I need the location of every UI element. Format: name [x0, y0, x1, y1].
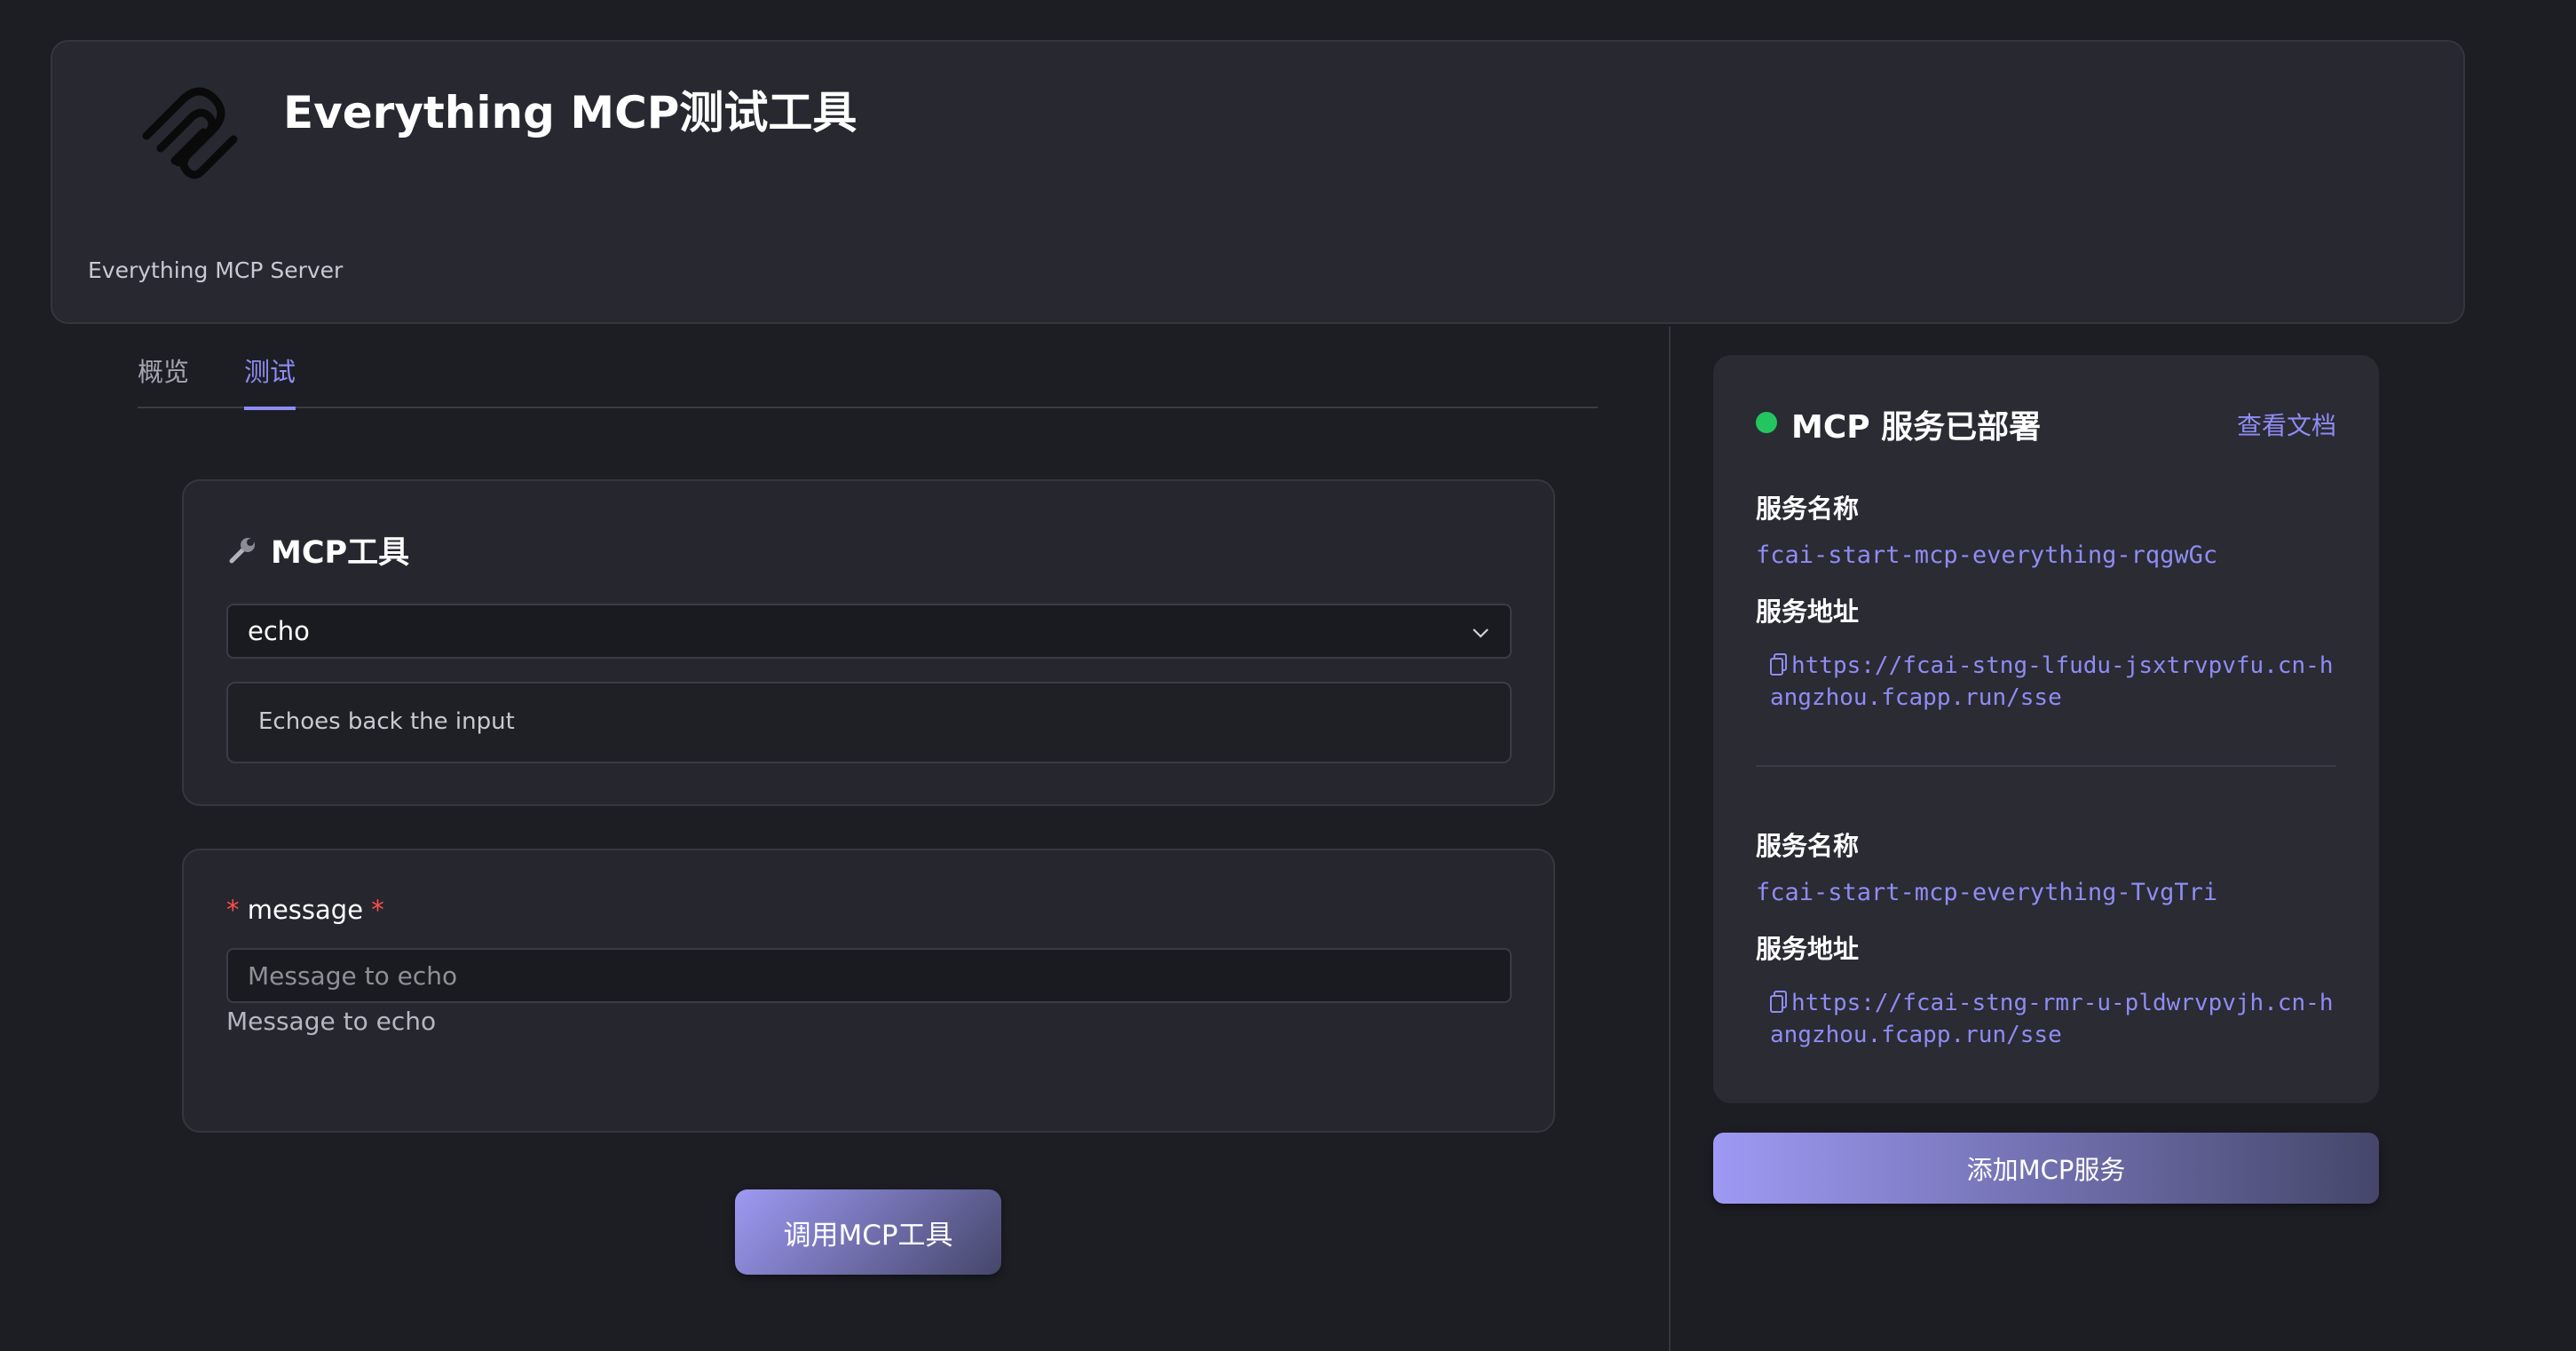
- params-panel: * message * Message to echo: [182, 849, 1555, 1133]
- service-name: fcai-start-mcp-everything-rqgwGc: [1756, 541, 2218, 569]
- status-text: MCP 服务已部署: [1791, 409, 2042, 446]
- tab-test[interactable]: 测试: [244, 352, 296, 410]
- view-docs-link[interactable]: 查看文档: [2237, 407, 2336, 442]
- service-name-label: 服务名称: [1756, 494, 1860, 524]
- tool-panel-title: MCP工具: [226, 527, 409, 573]
- required-mark-suffix: *: [371, 895, 384, 925]
- server-label: Everything MCP Server: [88, 257, 344, 283]
- mcp-logo-icon: [142, 87, 238, 179]
- tool-select[interactable]: echo: [226, 604, 1512, 659]
- tool-panel-title-text: MCP工具: [271, 535, 410, 571]
- status-dot: [1756, 412, 1777, 433]
- service-divider: [1756, 765, 2336, 767]
- service-name-label: 服务名称: [1756, 831, 1860, 861]
- service-url-link[interactable]: https://fcai-stng-rmr-u-pldwrvpvjh.cn-ha…: [1770, 987, 2338, 1051]
- tool-description: Echoes back the input: [226, 682, 1512, 763]
- tool-panel: MCP工具 echo Echoes back the input: [182, 479, 1555, 806]
- wrench-icon: [229, 537, 255, 563]
- column-divider: [1669, 327, 1671, 1351]
- service-url-label: 服务地址: [1756, 596, 1860, 627]
- add-mcp-service-button[interactable]: 添加MCP服务: [1713, 1133, 2379, 1204]
- service-url-label: 服务地址: [1756, 934, 1860, 964]
- required-mark: *: [226, 895, 240, 925]
- app-header: Everything MCP测试工具 Everything MCP Server: [51, 40, 2465, 324]
- tab-overview[interactable]: 概览: [138, 352, 189, 407]
- service-name: fcai-start-mcp-everything-TvgTri: [1756, 879, 2218, 906]
- chevron-down-icon: [1473, 628, 1489, 638]
- tool-description-text: Echoes back the input: [258, 708, 515, 735]
- service-url-link[interactable]: https://fcai-stng-lfudu-jsxtrvpvfu.cn-ha…: [1770, 650, 2338, 714]
- service-url: https://fcai-stng-rmr-u-pldwrvpvjh.cn-ha…: [1770, 990, 2334, 1048]
- copy-icon: [1770, 653, 1787, 676]
- tab-bar: 概览 测试: [138, 327, 1598, 410]
- app-title: Everything MCP测试工具: [283, 87, 857, 138]
- message-label-text: message: [247, 895, 364, 925]
- message-help: Message to echo: [226, 1007, 437, 1036]
- message-label: * message *: [226, 895, 384, 925]
- tool-select-value: echo: [248, 616, 310, 646]
- copy-icon: [1770, 991, 1787, 1013]
- service-url: https://fcai-stng-lfudu-jsxtrvpvfu.cn-ha…: [1770, 652, 2334, 711]
- service-card: MCP 服务已部署 查看文档 服务名称 fcai-start-mcp-every…: [1713, 355, 2379, 1103]
- message-input[interactable]: [226, 948, 1512, 1003]
- invoke-tool-button[interactable]: 调用MCP工具: [735, 1189, 1001, 1275]
